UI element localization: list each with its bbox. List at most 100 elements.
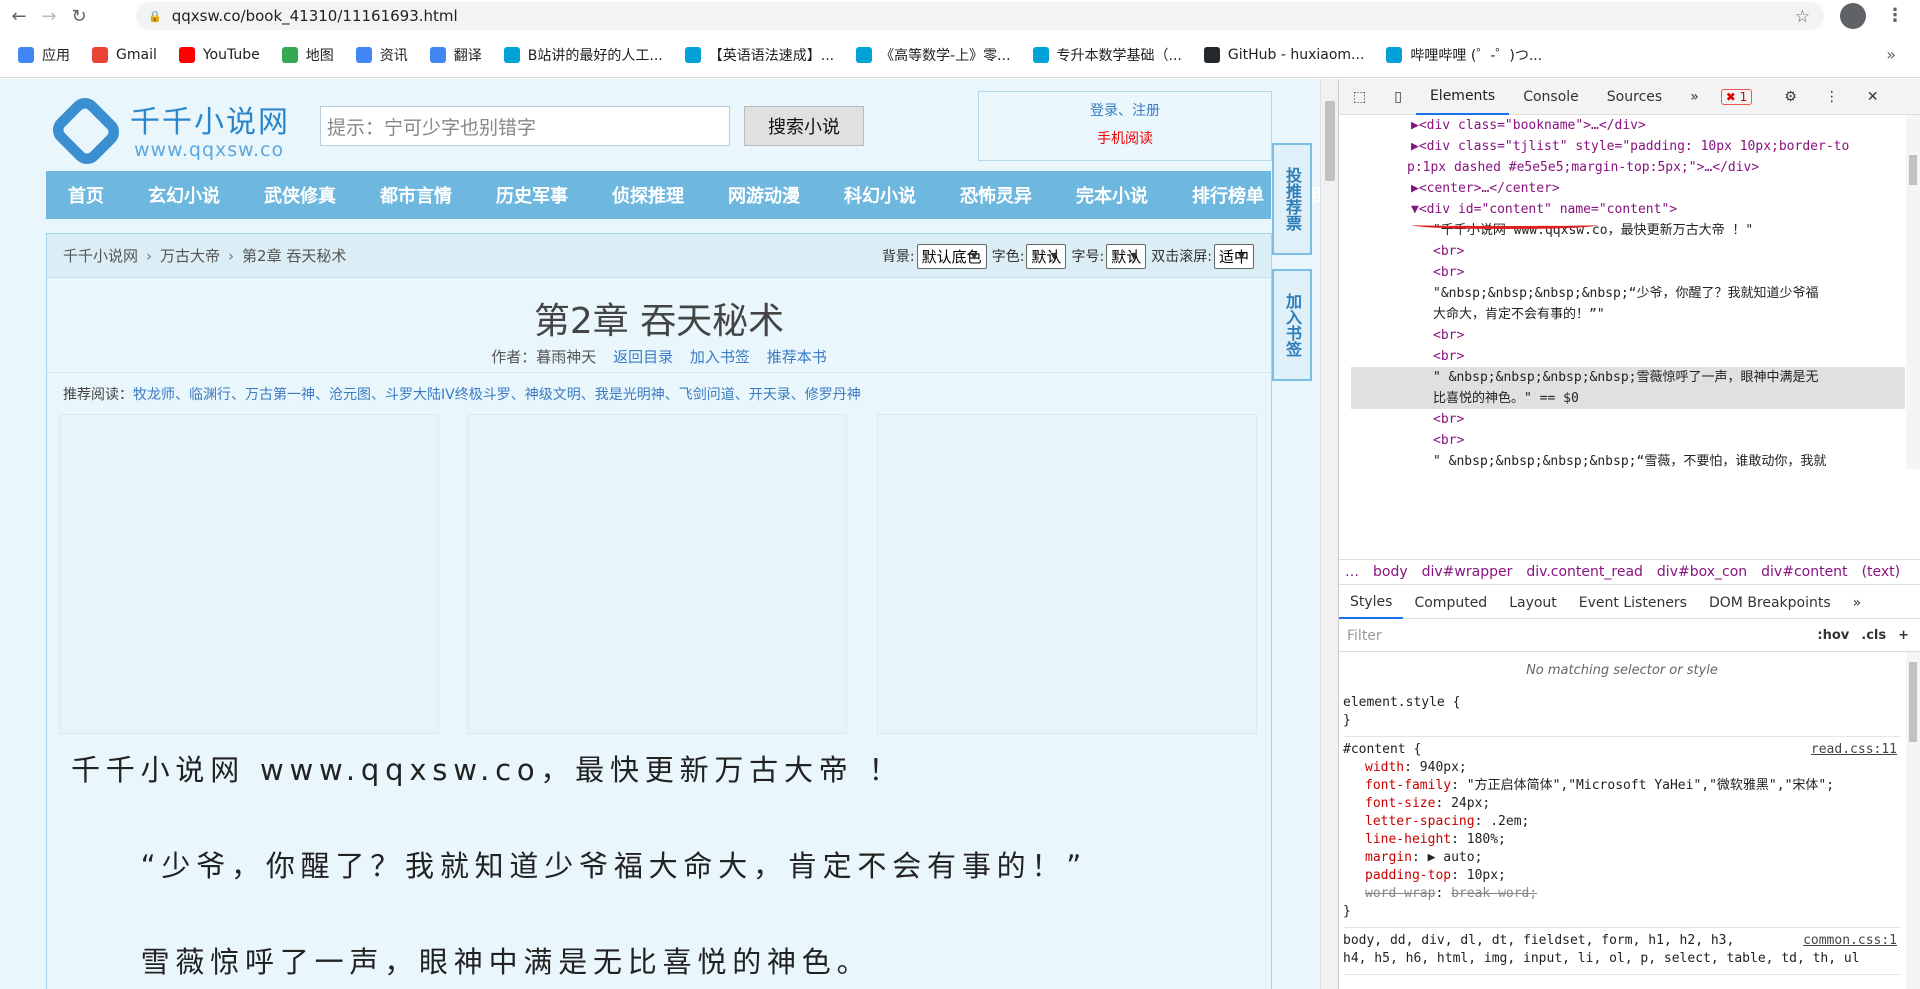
- close-icon[interactable]: ✕: [1853, 79, 1893, 115]
- dom-line[interactable]: 比喜悦的神色。" == $0: [1351, 388, 1905, 409]
- dom-line[interactable]: ▶<center>…</center>: [1351, 178, 1905, 199]
- dom-line[interactable]: <br>: [1351, 409, 1905, 430]
- bookmark-item[interactable]: 《高等数学-上》零...: [856, 45, 1011, 65]
- element-style-selector[interactable]: element.style {: [1343, 694, 1901, 712]
- page-scrollbar[interactable]: [1320, 79, 1338, 989]
- more-tabs-icon[interactable]: »: [1676, 79, 1713, 115]
- breadcrumb-book[interactable]: 万古大帝: [160, 245, 220, 266]
- css-property[interactable]: line-height: 180%;: [1343, 831, 1901, 849]
- styles-scrollbar[interactable]: [1906, 652, 1920, 989]
- dom-line[interactable]: " &nbsp;&nbsp;&nbsp;&nbsp;雪薇惊呼了一声，眼神中满是无: [1351, 367, 1905, 388]
- nav-item[interactable]: 科幻小说: [844, 182, 916, 208]
- rule-source-link[interactable]: read.css:11: [1811, 741, 1897, 759]
- nav-item[interactable]: 网游动漫: [728, 182, 800, 208]
- bookmark-item[interactable]: 哔哩哔哩 (゜-゜)つ...: [1386, 45, 1542, 65]
- nav-item[interactable]: 侦探推理: [612, 182, 684, 208]
- reload-icon[interactable]: ↻: [68, 6, 90, 28]
- css-property[interactable]: font-family: "方正启体简体","Microsoft YaHei",…: [1343, 777, 1901, 795]
- dom-scrollbar[interactable]: [1906, 115, 1920, 469]
- css-property[interactable]: margin: ▶ auto;: [1343, 849, 1901, 867]
- option-select[interactable]: 适中: [1213, 243, 1254, 269]
- styles-tab[interactable]: Event Listeners: [1568, 587, 1698, 619]
- bookmark-item[interactable]: Gmail: [92, 47, 157, 63]
- dom-line[interactable]: ▼<div id="content" name="content">: [1351, 199, 1905, 220]
- dom-line[interactable]: "&nbsp;&nbsp;&nbsp;&nbsp;“少爷，你醒了？我就知道少爷福: [1351, 283, 1905, 304]
- search-input[interactable]: 提示：宁可少字也别错字: [320, 106, 730, 146]
- dom-tree[interactable]: ▶<div class="bookname">…</div> ▶<div clas…: [1339, 115, 1905, 469]
- dom-line[interactable]: <br>: [1351, 262, 1905, 283]
- address-bar[interactable]: 🔒 qqxsw.co/book_41310/11161693.html ☆: [136, 2, 1824, 30]
- cls-toggle[interactable]: .cls: [1861, 628, 1886, 643]
- nav-item[interactable]: 恐怖灵异: [960, 182, 1032, 208]
- bookmark-item[interactable]: GitHub - huxiaom...: [1203, 47, 1364, 63]
- styles-filter-input[interactable]: Filter: [1347, 628, 1817, 644]
- nav-item[interactable]: 首页: [68, 182, 104, 208]
- dom-crumb[interactable]: div.content_read: [1526, 564, 1643, 580]
- dom-line[interactable]: p:1px dashed #e5e5e5;margin-top:5px;">…<…: [1351, 157, 1905, 178]
- profile-avatar-icon[interactable]: [1840, 3, 1866, 29]
- vote-recommend-tab[interactable]: 投推荐票: [1272, 143, 1312, 255]
- dom-line[interactable]: <br>: [1351, 325, 1905, 346]
- dom-crumb[interactable]: (text): [1862, 564, 1901, 580]
- dom-crumb[interactable]: …: [1345, 564, 1359, 580]
- login-link[interactable]: 登录、注册: [979, 100, 1271, 120]
- common-source-link[interactable]: common.css:1: [1803, 932, 1897, 950]
- tab-elements[interactable]: Elements: [1415, 79, 1510, 115]
- styles-tab[interactable]: Layout: [1498, 587, 1568, 619]
- add-bookmark-tab[interactable]: 加入书签: [1272, 269, 1312, 381]
- add-bookmark-link[interactable]: 加入书签: [690, 348, 750, 366]
- bookmark-item[interactable]: 应用: [18, 45, 70, 65]
- back-arrow-icon[interactable]: ←: [8, 6, 30, 28]
- mobile-read-link[interactable]: 手机阅读: [979, 128, 1271, 148]
- nav-item[interactable]: 历史军事: [496, 182, 568, 208]
- dom-line[interactable]: ▶<div class="bookname">…</div>: [1351, 115, 1905, 136]
- dom-line[interactable]: <br>: [1351, 346, 1905, 367]
- css-property[interactable]: letter-spacing: .2em;: [1343, 813, 1901, 831]
- bookmark-item[interactable]: B站讲的最好的人工...: [503, 45, 663, 65]
- bookmark-star-icon[interactable]: ☆: [1795, 7, 1810, 27]
- bookmark-item[interactable]: 专升本数学基础（...: [1032, 45, 1182, 65]
- css-property[interactable]: font-size: 24px;: [1343, 795, 1901, 813]
- styles-tab[interactable]: Styles: [1339, 587, 1404, 619]
- dom-line[interactable]: ▶<div class="tjlist" style="padding: 10p…: [1351, 136, 1905, 157]
- bookmark-item[interactable]: 【英语语法速成】...: [684, 45, 834, 65]
- dom-line[interactable]: <br>: [1351, 430, 1905, 451]
- dom-crumb[interactable]: div#box_con: [1657, 564, 1747, 580]
- nav-item[interactable]: 玄幻小说: [148, 182, 220, 208]
- css-property[interactable]: width: 940px;: [1343, 759, 1901, 777]
- dom-line[interactable]: " &nbsp;&nbsp;&nbsp;&nbsp;“雪薇，不要怕，谁敢动你，我…: [1351, 451, 1905, 469]
- inspect-element-icon[interactable]: ⬚: [1339, 79, 1380, 115]
- dom-crumb[interactable]: div#wrapper: [1422, 564, 1513, 580]
- nav-item[interactable]: 都市言情: [380, 182, 452, 208]
- dom-line[interactable]: <br>: [1351, 241, 1905, 262]
- option-select[interactable]: 默认: [1026, 243, 1067, 269]
- tab-console[interactable]: Console: [1509, 79, 1593, 115]
- dom-line[interactable]: 大命大，肯定不会有事的！”": [1351, 304, 1905, 325]
- styles-tab[interactable]: »: [1842, 587, 1873, 619]
- bookmark-item[interactable]: YouTube: [178, 47, 260, 63]
- settings-gear-icon[interactable]: ⚙: [1770, 79, 1811, 115]
- nav-item[interactable]: 完本小说: [1076, 182, 1148, 208]
- dom-crumb[interactable]: div#content: [1761, 564, 1847, 580]
- forward-arrow-icon[interactable]: →: [38, 6, 60, 28]
- bookmark-item[interactable]: 资讯: [355, 45, 408, 65]
- browser-menu-icon[interactable]: ⋮: [1886, 5, 1904, 26]
- error-count-badge[interactable]: ✖ 1: [1720, 88, 1753, 105]
- recommend-book-link[interactable]: 推荐本书: [767, 348, 827, 366]
- search-button[interactable]: 搜索小说: [744, 106, 864, 146]
- device-toggle-icon[interactable]: ▯: [1380, 79, 1416, 115]
- nav-item[interactable]: 排行榜单: [1192, 182, 1264, 208]
- dom-crumb[interactable]: body: [1373, 564, 1408, 580]
- bookmark-item[interactable]: 地图: [281, 45, 334, 65]
- css-property[interactable]: padding-top: 10px;: [1343, 867, 1901, 885]
- devtools-menu-icon[interactable]: ⋮: [1811, 79, 1853, 115]
- styles-tab[interactable]: Computed: [1403, 587, 1498, 619]
- new-rule-button[interactable]: +: [1898, 628, 1909, 643]
- styles-tab[interactable]: DOM Breakpoints: [1698, 587, 1842, 619]
- css-property[interactable]: word-wrap: break-word;: [1343, 885, 1901, 903]
- site-logo[interactable]: 千千小说网 www.qqxsw.co: [46, 91, 308, 173]
- bookmark-item[interactable]: 翻译: [429, 45, 482, 65]
- breadcrumb-site[interactable]: 千千小说网: [63, 245, 138, 266]
- option-select[interactable]: 默认: [1106, 243, 1147, 269]
- bookmarks-overflow-icon[interactable]: »: [1886, 45, 1896, 64]
